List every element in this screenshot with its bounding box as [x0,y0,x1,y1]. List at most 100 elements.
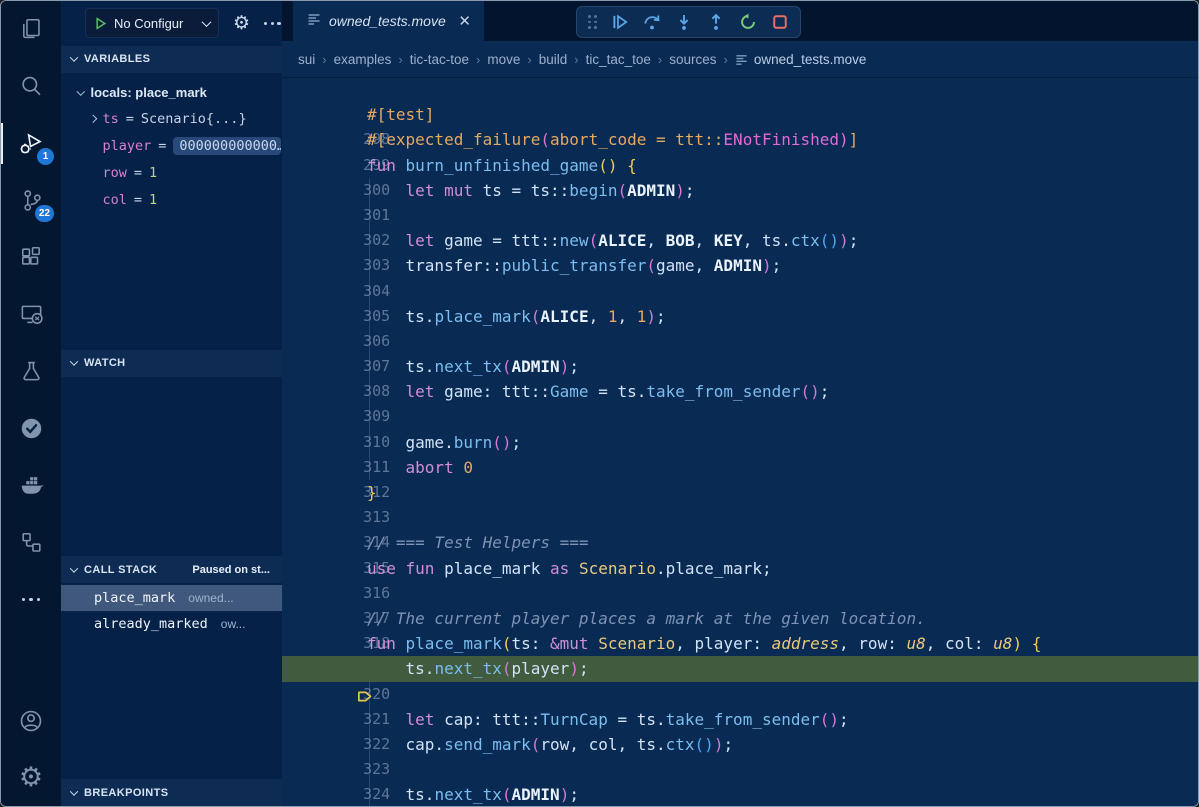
vscode-window: 1 22 [0,0,1199,807]
remote-explorer-icon [18,301,45,328]
breadcrumb-item[interactable]: examples [334,52,392,67]
code-line[interactable]: 311 [282,404,1198,429]
variable-value[interactable]: 1 [149,192,157,208]
line-gutter: 321 [282,656,338,681]
launch-config-dropdown[interactable]: No Configur [85,8,219,38]
line-text: let mut ts = ts::begin(ADMIN); [338,178,695,203]
code-line[interactable]: 318 [282,581,1198,606]
explorer-icon [18,16,45,43]
variables-section-header[interactable]: VARIABLES [61,46,282,73]
code-line[interactable]: 315 [282,505,1198,530]
variables-scope-row[interactable]: locals: place_mark [61,80,282,106]
variable-row[interactable]: player = 000000000000… [61,133,282,160]
breadcrumb-item[interactable]: sui [298,52,315,67]
settings-button[interactable]: ⚙ [1,749,61,806]
code-line[interactable]: 308 [282,329,1198,354]
line-gutter: 315 [282,505,338,530]
watch-panel [61,377,282,557]
breakpoints-section-header[interactable]: BREAKPOINTS [61,779,282,806]
code-line[interactable]: 313 abort 0 [282,455,1198,480]
code-line[interactable]: 322 [282,682,1198,707]
code-line[interactable]: 324 cap.send_mark(row, col, ts.ctx()); [282,732,1198,757]
tab-owned-tests[interactable]: owned_tests.move ✕ [293,1,484,41]
code-line[interactable]: 305 transfer::public_transfer(game, ADMI… [282,253,1198,278]
variables-title: VARIABLES [84,53,150,65]
sidebar-item-explorer[interactable] [1,1,61,58]
code-line[interactable]: 310 let game: ttt::Game = ts.take_from_s… [282,379,1198,404]
line-gutter: 301 [282,153,338,178]
close-icon[interactable]: ✕ [455,13,474,30]
code-line[interactable]: 319 // The current player places a mark … [282,606,1198,631]
sidebar-item-check[interactable] [1,400,61,457]
variable-row[interactable]: col = 1 [61,187,282,214]
code-line[interactable]: 317 use fun place_mark as Scenario.place… [282,556,1198,581]
line-text [338,682,367,707]
step-over-button[interactable] [643,13,661,31]
breadcrumb-file[interactable]: owned_tests.move [735,52,867,67]
code-line[interactable]: 304 let game = ttt::new(ALICE, BOB, KEY,… [282,228,1198,253]
breadcrumb-item[interactable]: tic_tac_toe [586,52,651,67]
breadcrumb-item[interactable]: move [487,52,520,67]
sidebar-item-more[interactable] [1,571,61,628]
code-line[interactable]: 299 #[test] [282,102,1198,127]
toolbar-drag-handle[interactable] [588,15,597,30]
code-line[interactable]: 321 ts.next_tx(player); [282,656,1198,681]
code-line[interactable]: 323 let cap: ttt::TurnCap = ts.take_from… [282,707,1198,732]
sidebar-item-search[interactable] [1,58,61,115]
callstack-frames: place_mark owned... already_marked ow... [61,583,282,779]
account-button[interactable] [1,692,61,749]
line-text [338,505,367,530]
sidebar-item-source-control[interactable]: 22 [1,172,61,229]
code-line[interactable]: 301 fun burn_unfinished_game() { [282,153,1198,178]
code-line[interactable]: 309 ts.next_tx(ADMIN); [282,354,1198,379]
variable-value[interactable]: 000000000000… [173,137,281,155]
sidebar-item-run-debug[interactable]: 1 [1,115,61,172]
variable-value[interactable]: 1 [149,165,157,181]
sidebar-item-hierarchy[interactable] [1,514,61,571]
line-text: cap.send_mark(row, col, ts.ctx()); [338,732,733,757]
sidebar-item-docker[interactable] [1,457,61,514]
code-line[interactable]: 326 ts.next_tx(ADMIN); [282,782,1198,806]
sidebar-item-remote-explorer[interactable] [1,286,61,343]
variable-name: row [103,165,127,181]
line-text: let game: ttt::Game = ts.take_from_sende… [338,379,829,404]
line-gutter: 300 [282,127,338,152]
line-text: ts.next_tx(ADMIN); [338,354,579,379]
line-text [338,404,367,429]
code-line[interactable]: 303 [282,203,1198,228]
continue-button[interactable] [611,13,629,31]
sidebar-item-testing[interactable] [1,343,61,400]
callstack-frame[interactable]: place_mark owned... [61,585,282,611]
breadcrumb-separator: › [658,52,662,67]
breadcrumb-separator: › [724,52,728,67]
variable-row[interactable]: ts = Scenario{...} [61,106,282,133]
restart-button[interactable] [739,13,757,31]
callstack-frame[interactable]: already_marked ow... [61,611,282,637]
code-editor[interactable]: 298 299 #[test] 300 #[expected_failure(a… [282,77,1198,806]
callstack-section-header[interactable]: CALL STACK Paused on st... [61,556,282,583]
breadcrumb: sui › examples › tic-tac-toe › move › bu… [282,41,1198,77]
sidebar-item-extensions[interactable] [1,229,61,286]
code-line[interactable]: 306 [282,279,1198,304]
variable-row[interactable]: row = 1 [61,160,282,187]
debug-settings-gear[interactable]: ⚙ [233,14,250,33]
code-line[interactable]: 298 [282,77,1198,102]
breadcrumb-item[interactable]: sources [669,52,716,67]
code-line[interactable]: 300 #[expected_failure(abort_code = ttt:… [282,127,1198,152]
step-into-button[interactable] [675,13,693,31]
line-gutter: 316 [282,530,338,555]
stop-button[interactable] [771,13,789,31]
code-line[interactable]: 314 } [282,480,1198,505]
variable-value[interactable]: Scenario{...} [141,111,247,127]
code-line[interactable]: 307 ts.place_mark(ALICE, 1, 1); [282,304,1198,329]
watch-section-header[interactable]: WATCH [61,350,282,377]
breadcrumb-item[interactable]: build [539,52,568,67]
code-line[interactable]: 302 let mut ts = ts::begin(ADMIN); [282,178,1198,203]
step-out-button[interactable] [707,13,725,31]
code-line[interactable]: 325 [282,757,1198,782]
code-line[interactable]: 312 game.burn(); [282,430,1198,455]
debug-more-actions[interactable] [264,22,281,25]
code-line[interactable]: 316 // === Test Helpers === [282,530,1198,555]
code-line[interactable]: 320 fun place_mark(ts: &mut Scenario, pl… [282,631,1198,656]
breadcrumb-item[interactable]: tic-tac-toe [410,52,469,67]
